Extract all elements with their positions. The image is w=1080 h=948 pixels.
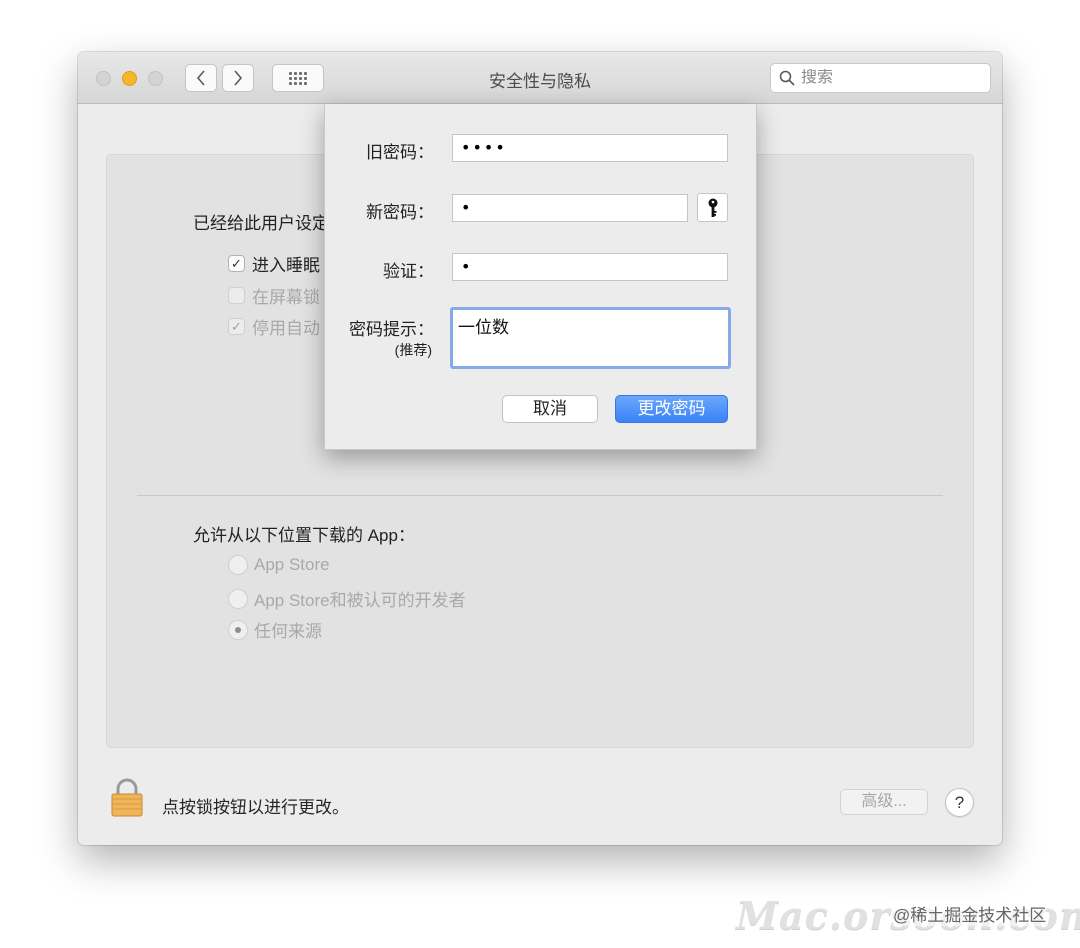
radio-label: 任何来源: [254, 622, 322, 641]
password-hint-field[interactable]: 一位数: [450, 307, 731, 369]
cancel-button[interactable]: 取消: [502, 395, 598, 423]
key-icon: [708, 198, 717, 217]
radio-icon: [228, 588, 248, 609]
new-password-label: 新密码：: [366, 203, 434, 222]
title-bar: 安全性与隐私: [78, 52, 1002, 104]
lock-button[interactable]: [110, 778, 144, 823]
system-preferences-window: 安全性与隐私 已经给此用户设定 ✓ 进入睡眠 在屏幕锁 ✓ 停用自动 允许从以下…: [78, 52, 1002, 845]
disable-auto-login-option: ✓ 停用自动: [228, 314, 320, 339]
password-section-label: 已经给此用户设定: [193, 214, 329, 233]
radio-anywhere: 任何来源: [228, 617, 322, 642]
checkbox-checked-icon[interactable]: ✓: [228, 255, 245, 272]
verify-label: 验证：: [383, 262, 434, 281]
checkbox-checked-icon: ✓: [228, 318, 245, 335]
radio-selected-icon: [228, 619, 248, 640]
radio-label: App Store和被认可的开发者: [254, 591, 466, 610]
change-password-sheet: 旧密码： •••• 新密码： • 验证： • 密码提示： (推荐) 一位数 取消…: [324, 104, 757, 450]
password-hint-label: 密码提示：: [349, 320, 434, 339]
credit-watermark: @稀土掘金技术社区: [893, 901, 1047, 926]
search-icon: [779, 70, 795, 86]
password-hint-recommended: (推荐): [394, 342, 432, 358]
section-divider: [137, 495, 943, 496]
checkbox-icon: [228, 287, 245, 304]
option-label: 进入睡眠: [252, 256, 320, 275]
help-button[interactable]: ?: [945, 788, 974, 817]
new-password-field[interactable]: •: [452, 194, 688, 222]
verify-password-field[interactable]: •: [452, 253, 728, 281]
radio-label: App Store: [254, 555, 330, 574]
option-label: 在屏幕锁: [252, 288, 320, 307]
lock-hint-text: 点按锁按钮以进行更改。: [162, 798, 349, 817]
password-assistant-button[interactable]: [697, 193, 728, 222]
padlock-icon: [111, 778, 143, 817]
search-input[interactable]: [801, 69, 981, 87]
search-field[interactable]: [770, 63, 991, 93]
change-password-button[interactable]: 更改密码: [615, 395, 728, 423]
sleep-password-option[interactable]: ✓ 进入睡眠: [228, 251, 320, 276]
old-password-label: 旧密码：: [366, 143, 434, 162]
radio-app-store: App Store: [228, 555, 330, 575]
download-section-label: 允许从以下位置下载的 App：: [193, 526, 415, 545]
option-label: 停用自动: [252, 319, 320, 338]
old-password-field[interactable]: ••••: [452, 134, 728, 162]
radio-app-store-identified: App Store和被认可的开发者: [228, 586, 466, 611]
lock-screen-message-option: 在屏幕锁: [228, 283, 320, 308]
advanced-button: 高级...: [840, 789, 928, 815]
radio-icon: [228, 555, 248, 575]
